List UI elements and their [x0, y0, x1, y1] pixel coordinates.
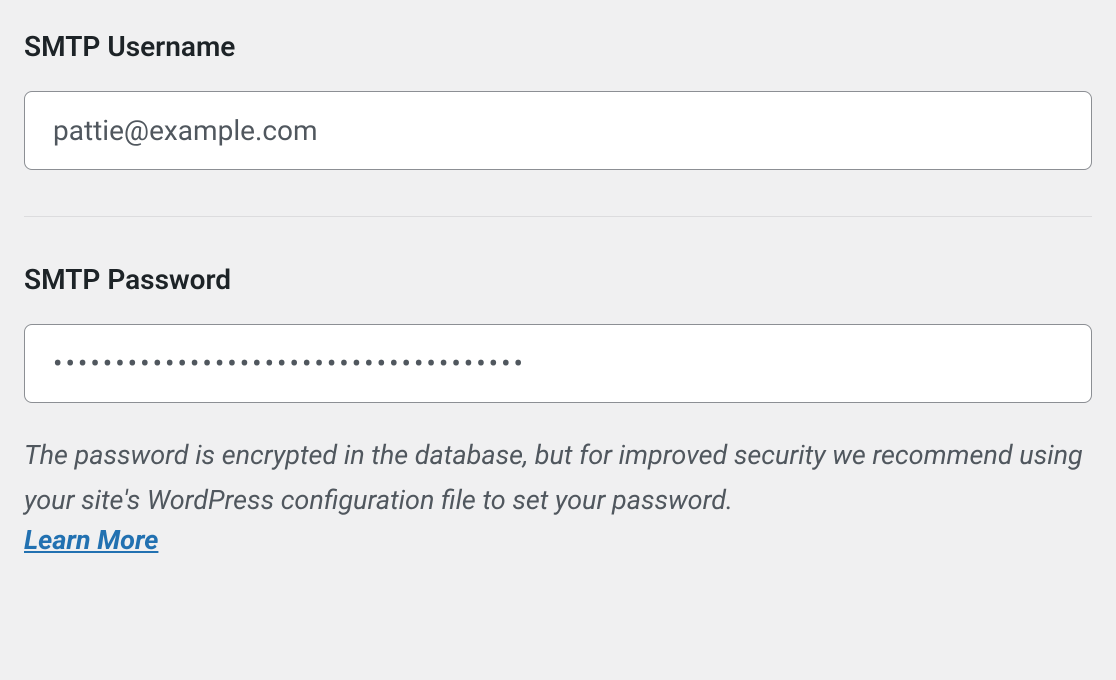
smtp-username-input[interactable] [24, 91, 1092, 170]
learn-more-link[interactable]: Learn More [24, 524, 158, 556]
password-help-text: The password is encrypted in the databas… [24, 433, 1092, 522]
smtp-username-label: SMTP Username [24, 30, 1092, 63]
smtp-password-group: SMTP Password The password is encrypted … [24, 263, 1092, 556]
smtp-password-input[interactable] [24, 324, 1092, 403]
field-divider [24, 216, 1092, 217]
smtp-password-label: SMTP Password [24, 263, 1092, 296]
smtp-username-group: SMTP Username [24, 30, 1092, 170]
